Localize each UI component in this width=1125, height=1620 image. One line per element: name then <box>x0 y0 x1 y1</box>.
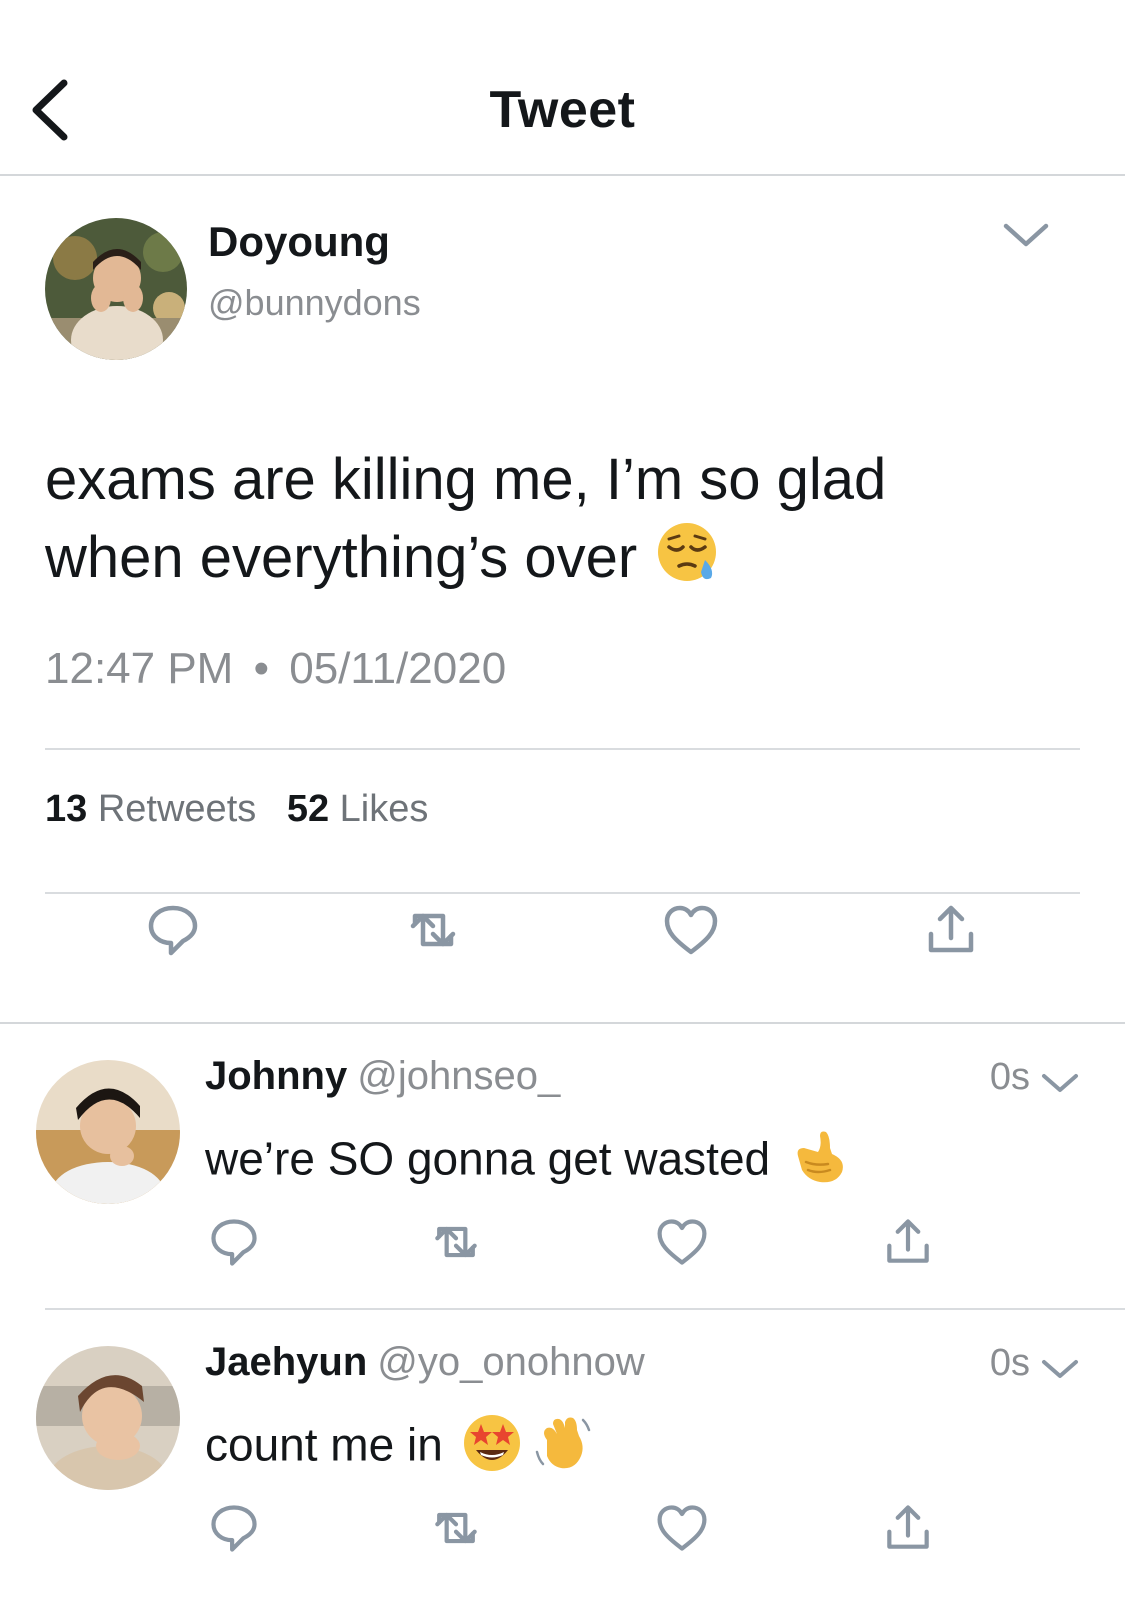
chevron-down-icon <box>1003 223 1049 247</box>
reply-tweet[interactable]: Jaehyun @yo_onohnow 0s count me in <box>0 1310 1125 1588</box>
chevron-down-icon <box>1042 1074 1078 1092</box>
share-button[interactable] <box>880 1214 936 1270</box>
like-icon <box>657 1505 707 1551</box>
waving-hand-emoji <box>531 1412 593 1485</box>
display-name[interactable]: Doyoung <box>208 218 390 266</box>
reply-icon <box>211 1219 257 1266</box>
sleepy-face-emoji <box>655 520 719 604</box>
retweet-button[interactable] <box>428 1500 484 1556</box>
call-me-hand-emoji <box>788 1126 850 1199</box>
reply-options-button[interactable] <box>1040 1068 1080 1096</box>
share-button[interactable] <box>880 1500 936 1556</box>
retweet-button[interactable] <box>428 1214 484 1270</box>
retweets-count: 13 <box>45 788 88 830</box>
reply-options-button[interactable] <box>1040 1354 1080 1382</box>
avatar[interactable] <box>36 1346 180 1490</box>
retweet-button[interactable] <box>403 900 463 960</box>
reply-icon <box>211 1505 257 1552</box>
divider <box>45 748 1080 750</box>
tweet-timestamp: 12:47 PM • 05/11/2020 <box>45 644 506 694</box>
share-button[interactable] <box>921 900 981 960</box>
likes-label: Likes <box>339 788 429 830</box>
top-navigation-bar: Tweet <box>0 0 1125 176</box>
retweet-icon <box>435 1512 477 1544</box>
reply-handle[interactable]: @yo_onohnow <box>377 1340 644 1384</box>
like-button[interactable] <box>661 900 721 960</box>
reply-button[interactable] <box>206 1214 262 1270</box>
avatar-photo <box>36 1346 180 1490</box>
like-icon <box>657 1219 707 1265</box>
star-struck-icon <box>463 1415 520 1471</box>
reply-header: Johnny @johnseo_ <box>205 1054 560 1099</box>
call-me-hand-icon <box>797 1131 844 1183</box>
reply-text: count me in <box>205 1412 593 1485</box>
avatar-photo <box>36 1060 180 1204</box>
like-button[interactable] <box>654 1500 710 1556</box>
reply-button[interactable] <box>206 1500 262 1556</box>
divider <box>45 892 1080 894</box>
tweet-text-line: exams are killing me, I’m so glad <box>45 447 887 512</box>
retweet-icon <box>435 1226 477 1258</box>
avatar[interactable] <box>45 218 187 360</box>
page-title: Tweet <box>489 81 636 139</box>
reply-display-name[interactable]: Johnny <box>205 1054 347 1098</box>
retweet-icon <box>410 913 456 947</box>
tweet-text-line: when everything’s over <box>45 519 1045 604</box>
reply-handle[interactable]: @johnseo_ <box>357 1054 560 1098</box>
user-handle[interactable]: @bunnydons <box>208 282 421 324</box>
reply-header: Jaehyun @yo_onohnow <box>205 1340 645 1385</box>
reply-time: 0s <box>989 1342 1030 1384</box>
tweet-options-button[interactable] <box>1000 216 1052 252</box>
tweet-time: 12:47 PM <box>45 644 234 693</box>
avatar-photo <box>45 218 187 360</box>
like-button[interactable] <box>654 1214 710 1270</box>
avatar[interactable] <box>36 1060 180 1204</box>
reply-icon <box>148 905 198 956</box>
retweets-stat[interactable]: 13 Retweets <box>45 788 256 830</box>
sleepy-face-icon <box>658 522 717 581</box>
retweets-label: Retweets <box>97 788 257 830</box>
timestamp-separator: • <box>253 644 269 693</box>
reply-text: we’re SO gonna get wasted <box>205 1126 850 1199</box>
share-icon <box>887 1219 929 1263</box>
likes-stat[interactable]: 52 Likes <box>287 788 429 830</box>
tweet-date: 05/11/2020 <box>289 644 507 693</box>
tweet-text: exams are killing me, I’m so glad when e… <box>45 441 1045 604</box>
like-icon <box>664 905 718 955</box>
reply-time: 0s <box>989 1056 1030 1098</box>
share-icon <box>928 905 974 953</box>
reply-text-content: count me in <box>205 1418 443 1471</box>
likes-count: 52 <box>286 788 330 830</box>
reply-tweet[interactable]: Johnny @johnseo_ 0s we’re SO gonna get wa… <box>0 1024 1125 1302</box>
chevron-down-icon <box>1042 1360 1078 1378</box>
tweet-text-line-2: when everything’s over <box>45 525 638 590</box>
waving-hand-icon <box>535 1417 591 1469</box>
reply-button[interactable] <box>143 900 203 960</box>
reply-text-content: we’re SO gonna get wasted <box>205 1132 771 1185</box>
reply-display-name[interactable]: Jaehyun <box>205 1340 367 1384</box>
star-struck-emoji <box>461 1412 523 1485</box>
tweet-stats: 13 Retweets 52 Likes <box>45 788 428 831</box>
share-icon <box>887 1505 929 1549</box>
